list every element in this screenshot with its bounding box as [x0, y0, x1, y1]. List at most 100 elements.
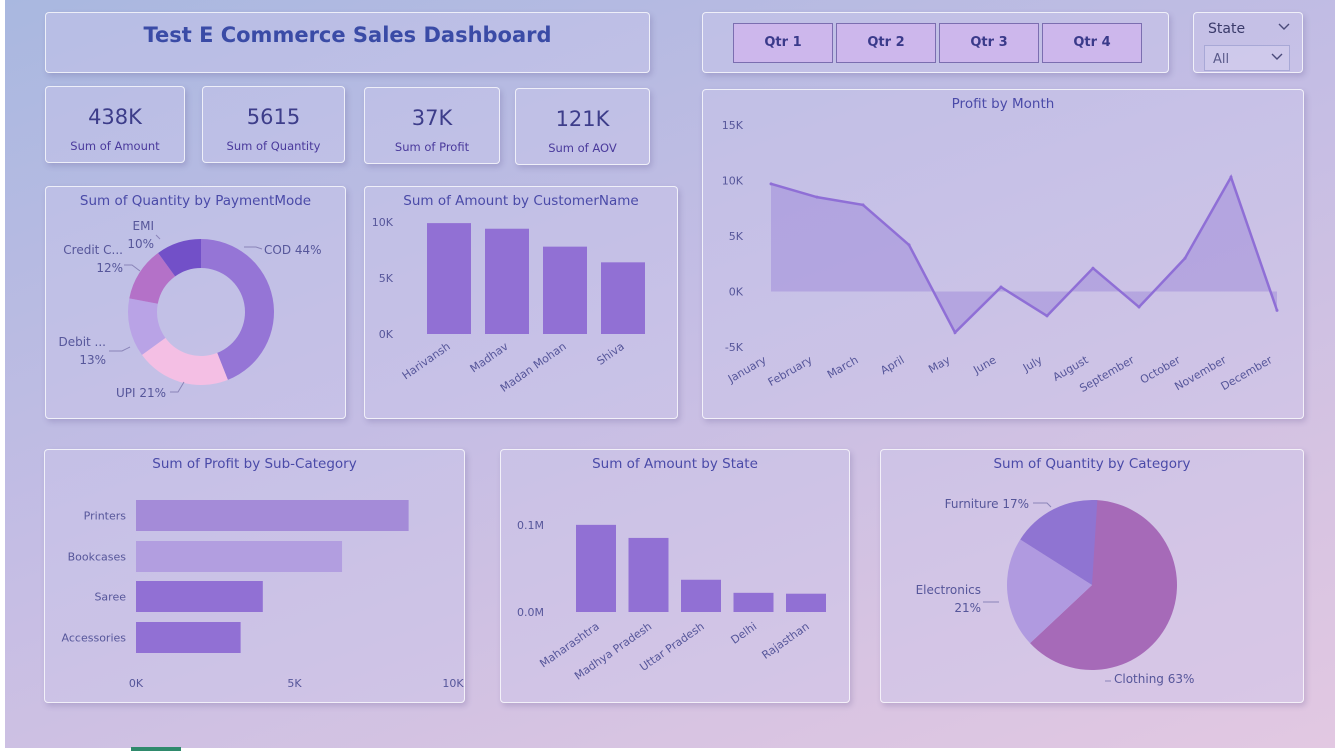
x-tick-label: June [970, 353, 998, 377]
y-tick-label: 0K [379, 328, 394, 341]
profit-area-fill [771, 177, 1277, 333]
title-card: Test E Commerce Sales Dashboard [45, 12, 650, 73]
qtr-4-button[interactable]: Qtr 4 [1042, 23, 1142, 63]
state-card: Sum of Amount by State 0.0M 0.1M Maharasht… [500, 449, 850, 703]
state-dropdown-value: All [1213, 52, 1230, 67]
subcategory-bar-chart: Printers Bookcases Saree Accessories 0K 5K 10K [62, 500, 464, 690]
leader-line [1033, 502, 1052, 508]
category-pie-chart: Clothing 63% Electronics 21% Furniture 17% [916, 497, 1195, 686]
slice-label: Clothing 63% [1114, 672, 1194, 686]
bar-madhav [485, 228, 529, 334]
taskbar-indicator [131, 747, 181, 751]
dashboard-canvas: Test E Commerce Sales Dashboard Qtr 1 Qt… [5, 0, 1335, 748]
profit-point [1275, 308, 1279, 312]
x-tick-label: 10K [442, 677, 464, 690]
bar-harivansh [427, 223, 471, 334]
x-tick-label: Madhav [468, 340, 511, 376]
x-tick-label: July [1020, 353, 1045, 375]
slice-label: Furniture 17% [945, 497, 1029, 511]
bar-uttar-pradesh [681, 579, 721, 612]
y-tick-label: 0.1M [517, 519, 544, 532]
state-slicer-title: State [1208, 21, 1246, 37]
profit-point [1137, 305, 1141, 309]
bar-bookcases [136, 541, 343, 572]
x-tick-label: 0K [129, 677, 144, 690]
slice-label: Electronics 21% [916, 583, 981, 615]
bar-shiva [601, 262, 645, 334]
payment-donut-chart: COD 44% UPI 21% Debit ... 13% Credit C... 12%… [58, 219, 322, 400]
chevron-down-icon [1271, 53, 1283, 60]
customer-card: Sum of Amount by CustomerName 0K 5K 10K Har… [364, 186, 678, 419]
y-tick-label: 5K [729, 230, 744, 243]
profit-point [769, 182, 773, 186]
qtr-1-button[interactable]: Qtr 1 [733, 23, 833, 63]
chevron-down-icon[interactable] [1278, 23, 1290, 31]
leader-line [124, 264, 141, 272]
bar-printers [136, 500, 409, 531]
profit-point [1045, 314, 1049, 318]
kpi-card-profit: 37K Sum of Profit [364, 87, 500, 164]
state-dropdown[interactable]: All [1204, 45, 1290, 71]
kpi-value: 37K [411, 106, 453, 130]
leader-line [155, 234, 161, 240]
state-slicer: State All [1193, 12, 1303, 73]
x-tick-label: December [1219, 353, 1275, 393]
kpi-card-amount: 438K Sum of Amount [45, 86, 185, 163]
y-tick-label: 0.0M [517, 606, 544, 619]
x-tick-label: April [878, 353, 906, 377]
slice-label: EMI 10% [127, 219, 154, 251]
profit-month-card: Profit by Month -5K 0K 5K 10K 15K January Febr… [702, 89, 1304, 419]
profit-point [953, 331, 957, 335]
profit-point [815, 195, 819, 199]
profit-point [907, 243, 911, 247]
profit-point [1091, 266, 1095, 270]
payment-mode-card: Sum of Quantity by PaymentMode COD 44% UP… [45, 186, 346, 419]
profit-point [861, 203, 865, 207]
kpi-label: Sum of AOV [548, 141, 617, 155]
y-tick-label: 10K [722, 175, 744, 188]
kpi-card-quantity: 5615 Sum of Quantity [202, 86, 345, 163]
slice-label: COD 44% [264, 243, 322, 257]
profit-point [1229, 175, 1233, 179]
subcategory-card: Sum of Profit by Sub-Category Printers Bo… [44, 449, 465, 703]
kpi-value: 121K [555, 107, 610, 131]
y-tick-label: Accessories [62, 632, 127, 645]
bar-rajasthan [786, 593, 826, 612]
y-tick-label: 5K [379, 272, 394, 285]
dashboard-title: Test E Commerce Sales Dashboard [143, 23, 552, 47]
qtr-2-button[interactable]: Qtr 2 [836, 23, 936, 63]
state-bar-chart: 0.0M0.1MMaharashtraMadhya PradeshUttar P… [517, 519, 826, 683]
quarter-slicer: Qtr 1 Qtr 2 Qtr 3 Qtr 4 [702, 12, 1169, 73]
slice-label: UPI 21% [116, 386, 166, 400]
x-tick-label: Rajasthan [759, 620, 811, 662]
x-tick-label: Harivansh [400, 340, 453, 383]
bar-delhi [733, 592, 774, 612]
slice-label: Credit C... 12% [63, 243, 123, 275]
profit-point [999, 285, 1003, 289]
y-tick-label: 15K [722, 119, 744, 132]
qtr-3-button[interactable]: Qtr 3 [939, 23, 1039, 63]
leader-line [170, 381, 185, 393]
kpi-label: Sum of Profit [394, 140, 470, 154]
x-tick-label: Delhi [729, 620, 760, 647]
slice-label: Debit ... 13% [58, 335, 106, 367]
y-tick-label: Bookcases [68, 551, 127, 564]
kpi-card-aov: 121K Sum of AOV [515, 88, 650, 165]
category-card: Sum of Quantity by Category Clothing 63%… [880, 449, 1304, 703]
leader-line [244, 246, 263, 250]
x-tick-label: March [825, 353, 861, 381]
profit-point [1183, 256, 1187, 260]
x-tick-label: February [766, 353, 815, 389]
y-tick-label: 10K [372, 216, 394, 229]
x-tick-label: May [926, 353, 953, 376]
bar-madan-mohan [543, 246, 587, 334]
kpi-value: 5615 [246, 105, 301, 129]
customer-bar-chart: 0K5K10KHarivansh MadhavMadan Mohan Shiva [372, 216, 645, 395]
leader-line [109, 346, 131, 352]
kpi-value: 438K [88, 105, 142, 129]
y-tick-label: Printers [84, 510, 127, 523]
y-tick-label: -5K [725, 341, 744, 354]
x-tick-label: 5K [287, 677, 302, 690]
profit-month-area-chart: -5K 0K 5K 10K 15K JanuaryFebruary March April Ma… [722, 119, 1279, 395]
x-tick-label: Shiva [594, 340, 626, 368]
